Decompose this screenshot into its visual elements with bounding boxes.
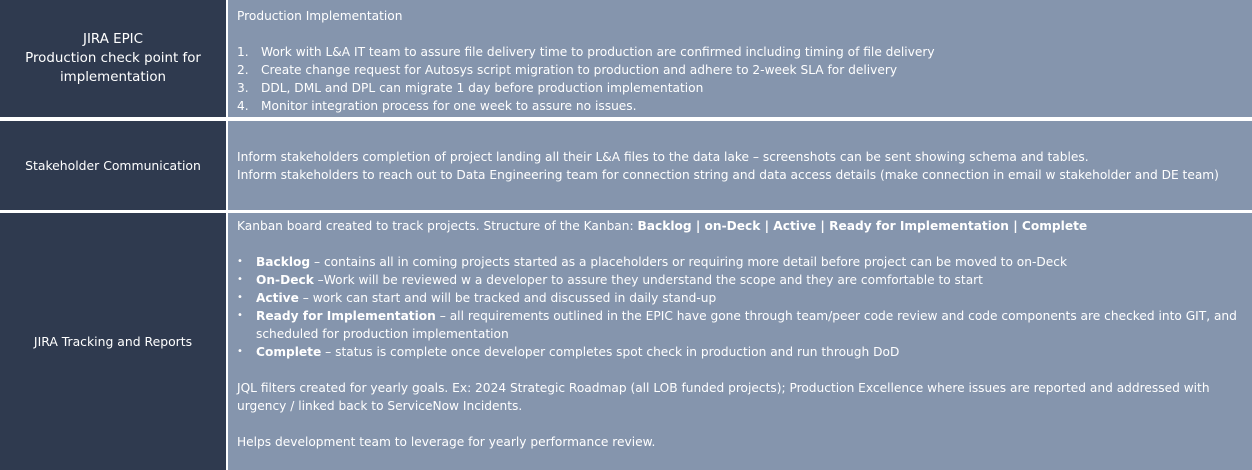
- cell-stakeholder-label: Stakeholder Communication: [0, 121, 228, 210]
- list-item: • Active – work can start and will be tra…: [237, 291, 717, 305]
- cell-stakeholder-details: Inform stakeholders completion of projec…: [228, 121, 1252, 210]
- list-item: 2. Create change request for Autosys scri…: [237, 63, 898, 77]
- jql-filters-text: JQL filters created for yearly goals. Ex…: [237, 381, 1210, 413]
- list-item: 4. Monitor integration process for one we…: [237, 99, 637, 113]
- list-item: 1. Work with L&A IT team to assure file d…: [237, 45, 935, 59]
- jira-epic-subtitle-2: implementation: [59, 70, 167, 85]
- list-item: 3. DDL, DML and DPL can migrate 1 day bef…: [237, 81, 704, 95]
- checkpoint-table: JIRA EPIC Production check point for imp…: [0, 0, 1252, 470]
- closing-text: Helps development team to leverage for y…: [237, 435, 656, 449]
- cell-jira-tracking-details: Kanban board created to track projects. …: [228, 213, 1252, 470]
- production-heading: Production Implementation: [237, 9, 403, 23]
- kanban-stages: • Backlog – contains all in coming projec…: [237, 253, 1252, 361]
- cell-jira-epic: JIRA EPIC Production check point for imp…: [0, 0, 228, 117]
- cell-jira-tracking-label: JIRA Tracking and Reports: [0, 213, 228, 470]
- production-steps: 1. Work with L&A IT team to assure file d…: [237, 43, 1252, 115]
- list-item: • On-Deck –Work will be reviewed w a deve…: [237, 273, 983, 287]
- stakeholder-label: Stakeholder Communication: [25, 157, 201, 173]
- row-production-checkpoint: JIRA EPIC Production check point for imp…: [0, 0, 1252, 117]
- list-item: • Complete – status is complete once deve…: [237, 345, 900, 359]
- jira-epic-subtitle-1: Production check point for: [25, 51, 201, 66]
- list-item: • Backlog – contains all in coming projec…: [237, 255, 1068, 269]
- jira-tracking-label: JIRA Tracking and Reports: [33, 333, 193, 349]
- jira-epic-title: JIRA EPIC: [83, 32, 143, 47]
- stakeholder-line-1: Inform stakeholders completion of projec…: [237, 150, 1089, 164]
- list-item: • Ready for Implementation – all requirem…: [237, 309, 1237, 341]
- row-jira-tracking: JIRA Tracking and Reports Kanban board c…: [0, 213, 1252, 470]
- stakeholder-line-2: Inform stakeholders to reach out to Data…: [237, 168, 1219, 182]
- row-stakeholder-communication: Stakeholder Communication Inform stakeho…: [0, 121, 1252, 210]
- kanban-structure: Backlog | on-Deck | Active | Ready for I…: [637, 219, 1088, 233]
- kanban-intro: Kanban board created to track projects. …: [237, 219, 1088, 233]
- cell-production-implementation: Production Implementation 1. Work with L&…: [228, 0, 1252, 117]
